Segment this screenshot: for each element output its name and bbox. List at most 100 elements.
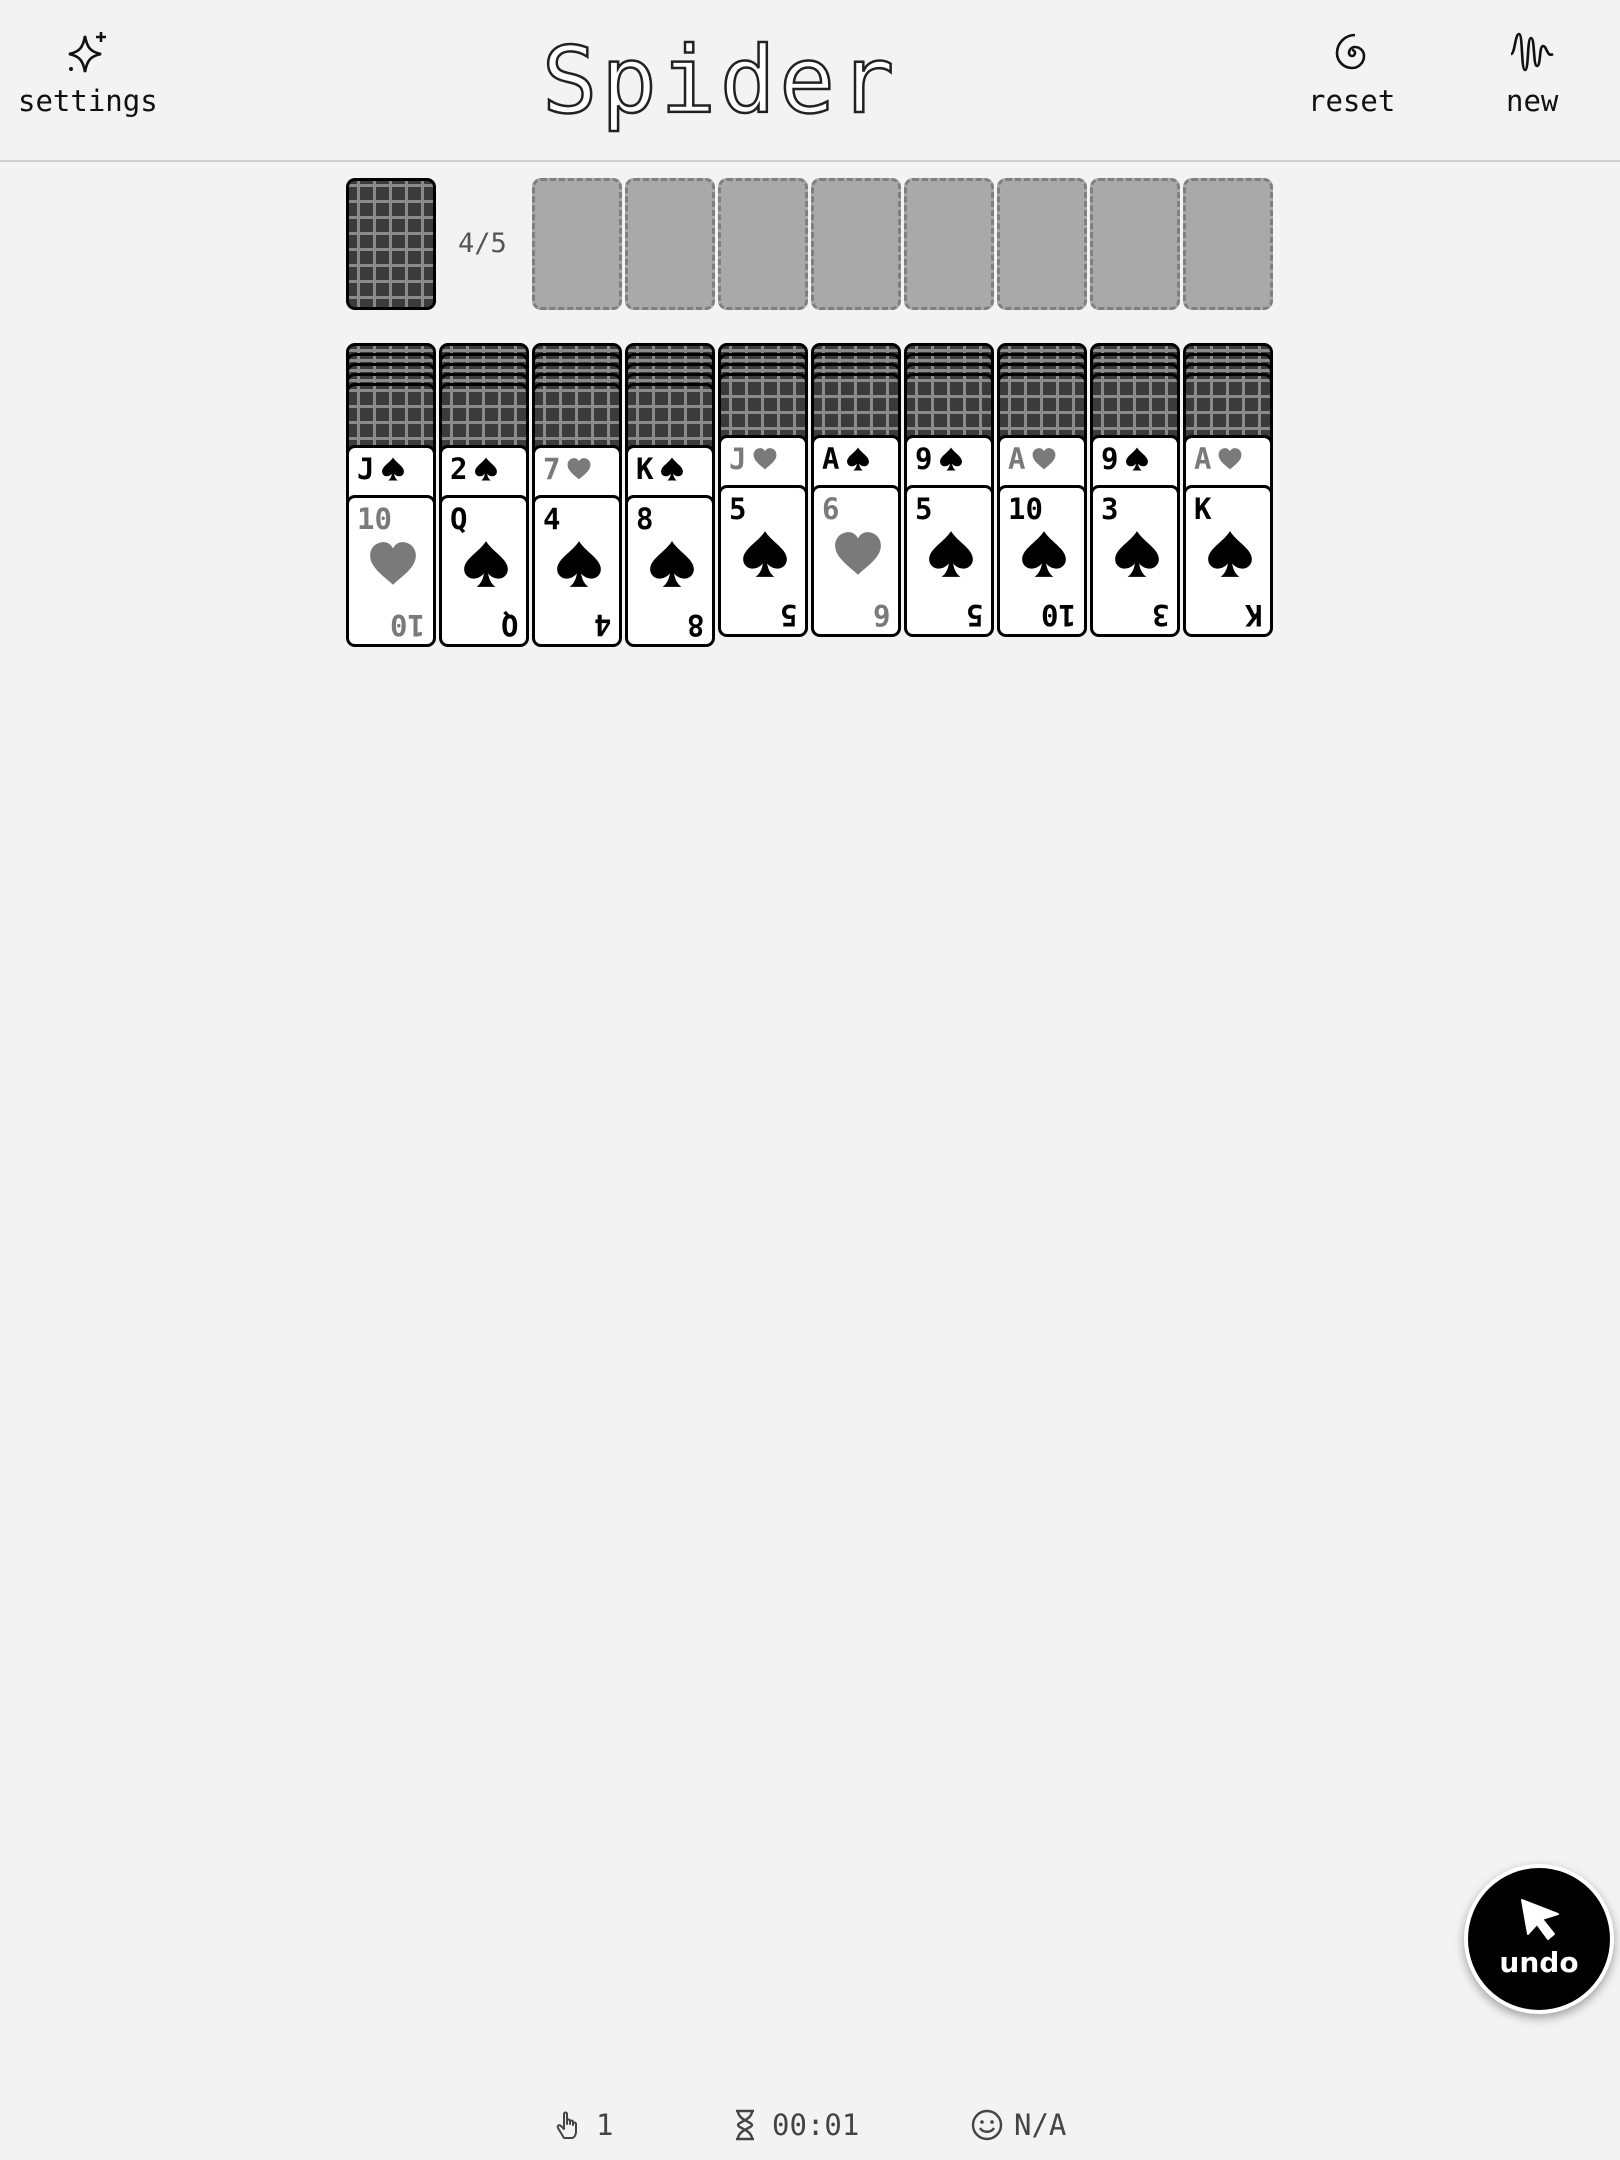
card-rank: 10 xyxy=(1008,492,1043,526)
foundation-slot xyxy=(997,178,1087,310)
spade-suit-icon xyxy=(1022,531,1066,577)
card-rank-inverted: Q xyxy=(500,608,518,642)
card-rank: 6 xyxy=(822,492,840,526)
card-rank: 8 xyxy=(636,502,654,536)
spade-icon xyxy=(661,457,684,481)
hand-pointer-icon xyxy=(556,2111,577,2139)
new-label: new xyxy=(1506,84,1559,118)
card-index: A xyxy=(822,442,871,476)
card-index: K xyxy=(1194,492,1211,526)
settings-label: settings xyxy=(18,84,158,118)
spade-suit-icon xyxy=(1208,531,1252,577)
card-index: J xyxy=(357,452,406,486)
card-index: 4 xyxy=(543,502,560,536)
heart-suit-icon xyxy=(835,532,881,575)
playing-card[interactable]: 10 10 xyxy=(997,485,1087,637)
card-index: 10 xyxy=(357,502,392,536)
card-rank: J xyxy=(357,452,375,486)
foundation-slot xyxy=(904,178,994,310)
reset-label: reset xyxy=(1308,84,1396,118)
smiley-icon xyxy=(971,2109,1003,2141)
card-rank: 3 xyxy=(1101,492,1119,526)
playing-card[interactable]: 55 xyxy=(718,485,808,637)
card-index: 5 xyxy=(915,492,932,526)
card-index: K xyxy=(636,452,685,486)
playing-card[interactable]: 88 xyxy=(625,495,715,647)
cursor-arrow-icon xyxy=(1521,1898,1559,1940)
spade-icon xyxy=(382,457,405,481)
playing-card[interactable]: QQ xyxy=(439,495,529,647)
card-index: 2 xyxy=(450,452,499,486)
heart-icon xyxy=(754,448,777,470)
spade-suit-icon xyxy=(557,541,601,587)
heart-icon xyxy=(568,458,591,480)
stock-pile[interactable] xyxy=(346,178,436,310)
card-rank: 9 xyxy=(915,442,933,476)
heart-icon xyxy=(1219,448,1242,470)
card-index: 7 xyxy=(543,452,592,486)
card-index: A xyxy=(1194,442,1243,476)
card-rank-inverted: K xyxy=(1244,598,1262,632)
wave-icon xyxy=(1510,32,1554,72)
spade-icon xyxy=(1126,447,1149,471)
card-rank-inverted: 10 xyxy=(390,608,425,642)
card-rank: J xyxy=(729,442,747,476)
spade-icon xyxy=(847,447,870,471)
foundation-slot xyxy=(532,178,622,310)
playing-card[interactable]: 33 xyxy=(1090,485,1180,637)
card-rank-inverted: 6 xyxy=(872,598,890,632)
playing-card[interactable]: 55 xyxy=(904,485,994,637)
playing-card[interactable]: 44 xyxy=(532,495,622,647)
card-index: 9 xyxy=(1101,442,1150,476)
header-bar: settings Spider reset new xyxy=(0,0,1620,162)
card-rank: A xyxy=(1008,442,1026,476)
card-rank-inverted: 10 xyxy=(1041,598,1076,632)
spade-suit-icon xyxy=(929,531,973,577)
page-title: Spider xyxy=(520,18,920,138)
heart-icon xyxy=(1033,448,1056,470)
new-game-button[interactable]: new xyxy=(1506,28,1558,118)
playing-card[interactable]: KK xyxy=(1183,485,1273,637)
card-rank: 4 xyxy=(543,502,561,536)
card-rank: K xyxy=(1194,492,1212,526)
card-rank-inverted: 4 xyxy=(593,608,611,642)
card-rank: 10 xyxy=(357,502,392,536)
undo-label: undo xyxy=(1499,1945,1579,1979)
playing-card[interactable]: 66 xyxy=(811,485,901,637)
card-index: Q xyxy=(450,502,467,536)
moves-value: 1 xyxy=(596,2108,614,2142)
card-rank-inverted: 3 xyxy=(1151,598,1169,632)
moves-counter: 1 xyxy=(552,2105,613,2145)
score: N/A xyxy=(970,2105,1066,2145)
reset-button[interactable]: reset xyxy=(1308,28,1395,118)
card-rank: 2 xyxy=(450,452,468,486)
card-rank: K xyxy=(636,452,654,486)
card-rank: A xyxy=(1194,442,1212,476)
spade-suit-icon xyxy=(1115,531,1159,577)
foundation-slot xyxy=(625,178,715,310)
spade-icon xyxy=(475,457,498,481)
spade-suit-icon xyxy=(743,531,787,577)
score-value: N/A xyxy=(1014,2108,1067,2142)
card-index: A xyxy=(1008,442,1057,476)
card-rank: Q xyxy=(450,502,468,536)
spiral-icon xyxy=(1335,33,1365,70)
heart-suit-icon xyxy=(370,542,416,585)
foundation-slot xyxy=(811,178,901,310)
sparkle-icon xyxy=(68,32,106,73)
card-index: 6 xyxy=(822,492,839,526)
undo-button[interactable]: undo xyxy=(1464,1864,1614,2014)
settings-button[interactable]: settings xyxy=(18,28,158,118)
foundation-slot xyxy=(1090,178,1180,310)
playing-card[interactable]: 10 10 xyxy=(346,495,436,647)
card-rank: 5 xyxy=(729,492,747,526)
spade-suit-icon xyxy=(650,541,694,587)
card-rank-inverted: 5 xyxy=(965,598,983,632)
card-rank-inverted: 5 xyxy=(779,598,797,632)
spade-icon xyxy=(940,447,963,471)
stock-count: 4/5 xyxy=(458,228,507,259)
foundation-slot xyxy=(718,178,808,310)
card-index: 8 xyxy=(636,502,653,536)
card-index: J xyxy=(729,442,778,476)
timer: 00:01 xyxy=(728,2105,859,2145)
